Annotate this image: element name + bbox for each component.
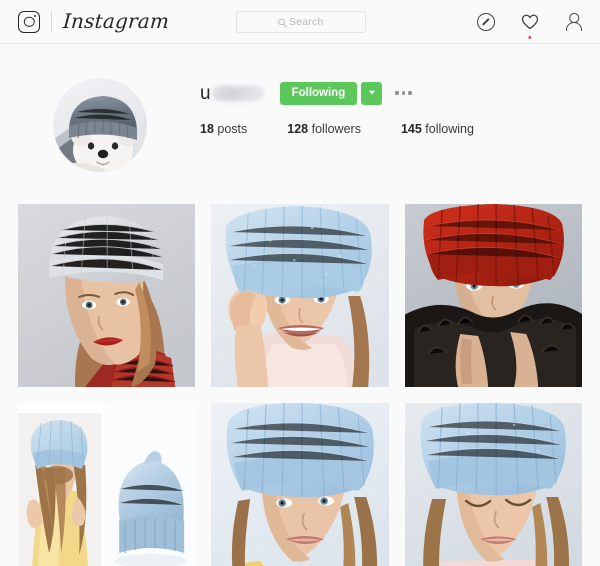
header-nav (476, 0, 584, 44)
search-icon (278, 18, 285, 26)
more-options-icon (395, 91, 399, 95)
instagram-camera-icon (18, 10, 40, 33)
more-options-icon (408, 91, 412, 95)
profile-section: u Following 18 posts 128 followers 145 f… (0, 44, 600, 204)
explore-button[interactable] (476, 12, 496, 32)
posts-label: posts (217, 122, 248, 136)
more-options-icon (401, 91, 406, 95)
following-button[interactable]: Following (279, 81, 358, 105)
posts-count: 18 (200, 122, 214, 136)
post-tile[interactable] (211, 403, 389, 566)
profile-button[interactable] (564, 12, 584, 32)
followers-label: followers (311, 122, 361, 136)
username: u (200, 82, 211, 104)
search-placeholder: Search (288, 16, 324, 28)
post-tile[interactable] (211, 204, 389, 387)
logo-divider (51, 11, 52, 32)
avatar[interactable] (53, 78, 147, 172)
instagram-wordmark: Instagram (62, 8, 170, 33)
post-tile[interactable] (404, 204, 582, 387)
post-tile[interactable] (18, 204, 196, 387)
avatar-column (0, 74, 200, 204)
following-stat[interactable]: 145 following (401, 122, 474, 136)
profile-stats: 18 posts 128 followers 145 following (200, 122, 600, 136)
following-dropdown-button[interactable] (361, 81, 383, 105)
activity-notification-badge (528, 35, 532, 39)
more-options-button[interactable] (393, 82, 414, 105)
post-tile[interactable] (18, 403, 196, 566)
posts-stat: 18 posts (200, 122, 247, 136)
username-row: u Following (200, 80, 600, 106)
person-icon (565, 13, 583, 31)
post-tile[interactable] (404, 403, 582, 566)
heart-icon (521, 14, 539, 30)
activity-button[interactable] (520, 12, 540, 39)
followers-stat[interactable]: 128 followers (287, 122, 361, 136)
search-input[interactable]: Search (236, 11, 366, 33)
following-label: following (425, 122, 474, 136)
post-grid (0, 204, 600, 566)
username-redaction (211, 85, 264, 101)
following-count: 145 (400, 122, 422, 136)
compass-icon (477, 13, 495, 31)
followers-count: 128 (287, 122, 309, 136)
profile-info: u Following 18 posts 128 followers 145 f… (200, 74, 600, 204)
brand-logo[interactable]: Instagram (18, 8, 170, 33)
app-header: Instagram Search (0, 0, 600, 44)
